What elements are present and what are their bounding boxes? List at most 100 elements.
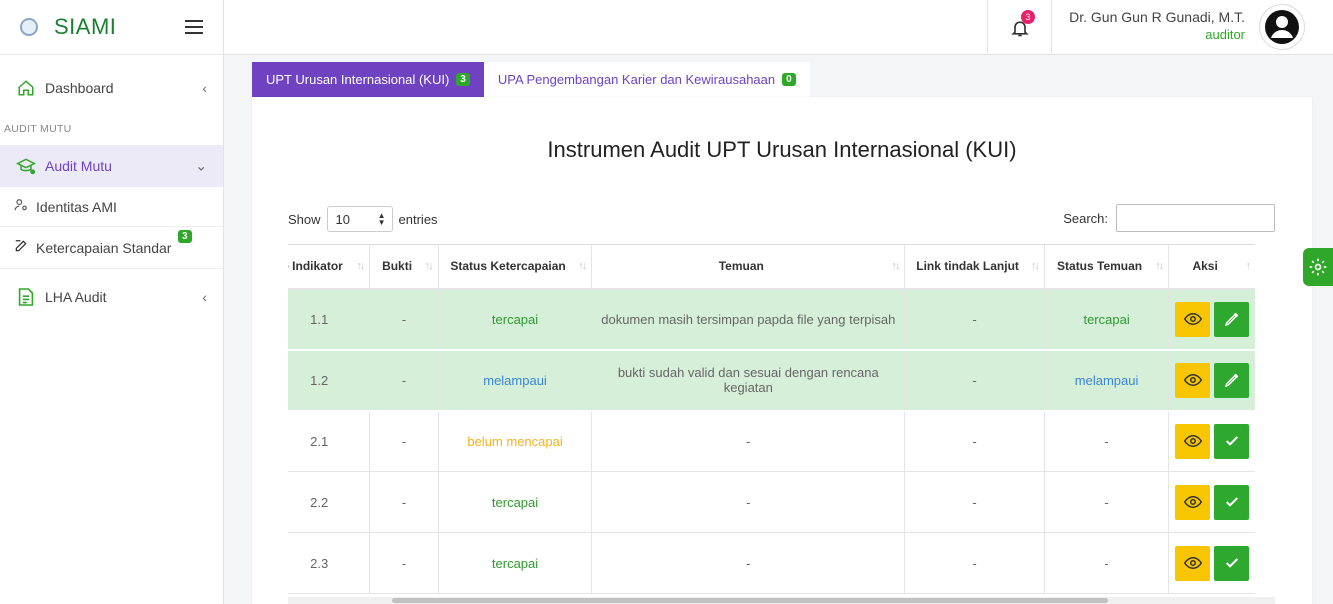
header-label: Aksi bbox=[1192, 259, 1218, 274]
view-button[interactable] bbox=[1175, 484, 1211, 520]
audit-card: Instrumen Audit UPT Urusan Internasional… bbox=[252, 97, 1312, 604]
search-label: Search: bbox=[1063, 210, 1108, 226]
header-label: Link tindak Lanjut bbox=[916, 259, 1019, 274]
sidebar-item-label: Identitas AMI bbox=[36, 198, 117, 215]
chevron-left-icon: ‹ bbox=[202, 80, 207, 96]
table-row: 2.3 - tercapai - - - bbox=[288, 532, 1255, 594]
settings-button[interactable] bbox=[1303, 248, 1333, 286]
header-label: Temuan bbox=[718, 259, 764, 274]
column-header-aksi[interactable]: Aksi ↑ bbox=[1168, 244, 1255, 290]
edit-button[interactable] bbox=[1214, 362, 1250, 398]
chevron-left-icon: ‹ bbox=[202, 289, 207, 305]
table-container: o Indikator ↑↓ Bukti ↑↓ Status Ketercapaia… bbox=[288, 244, 1275, 604]
entries-select[interactable]: 10 ▲ ▼ bbox=[326, 206, 393, 232]
sort-icon: ↑↓ bbox=[578, 260, 587, 272]
check-button[interactable] bbox=[1214, 545, 1250, 581]
scrollbar-thumb[interactable] bbox=[392, 598, 1108, 603]
app-name: SIAMI bbox=[54, 14, 117, 39]
eye-icon bbox=[1183, 435, 1202, 448]
tab-kui[interactable]: UPT Urusan Internasional (KUI) 3 bbox=[252, 62, 484, 97]
user-role: auditor bbox=[1205, 27, 1245, 42]
table-row: 1.2 - melampaui bukti sudah valid dan se… bbox=[288, 349, 1255, 412]
cell-indikator: 1.2 bbox=[288, 349, 370, 412]
user-cog-icon bbox=[14, 198, 28, 215]
view-button[interactable] bbox=[1175, 362, 1211, 398]
table-row: 2.2 - tercapai - - - bbox=[288, 471, 1255, 533]
tab-label: UPA Pengembangan Karier dan Kewirausahaa… bbox=[497, 72, 776, 87]
cell-indikator: 2.3 bbox=[288, 532, 370, 594]
check-button[interactable] bbox=[1214, 484, 1250, 520]
graduation-cap-icon bbox=[16, 156, 36, 176]
cell-bukti: - bbox=[369, 349, 439, 412]
edit-icon bbox=[14, 239, 28, 256]
brand: SIAMI bbox=[0, 0, 223, 55]
view-button[interactable] bbox=[1175, 423, 1211, 459]
cell-indikator: 2.1 bbox=[288, 410, 370, 472]
notification-button[interactable]: 3 bbox=[987, 0, 1052, 55]
eye-icon bbox=[1183, 373, 1202, 387]
menu-toggle-icon[interactable] bbox=[185, 20, 203, 34]
tab-upa-karier[interactable]: UPA Pengembangan Karier dan Kewirausahaa… bbox=[483, 62, 810, 97]
table-row: 1.1 - tercapai dokumen masih tersimpan p… bbox=[288, 288, 1255, 351]
eye-icon bbox=[1183, 312, 1202, 326]
sidebar-item-lha-audit[interactable]: LHA Audit ‹ bbox=[0, 276, 223, 318]
edit-button[interactable] bbox=[1214, 301, 1250, 337]
cell-aksi bbox=[1168, 349, 1255, 412]
cell-aksi bbox=[1168, 471, 1255, 533]
sidebar-item-dashboard[interactable]: Dashboard ‹ bbox=[0, 67, 223, 109]
chevron-down-icon: ⌄ bbox=[195, 157, 207, 174]
top-header: 3 Dr. Gun Gun R Gunadi, M.T. auditor bbox=[224, 0, 1333, 55]
gear-icon bbox=[1309, 258, 1327, 276]
column-header-bukti[interactable]: Bukti ↑↓ bbox=[369, 244, 439, 290]
view-button[interactable] bbox=[1175, 545, 1211, 581]
nav-section-label: AUDIT MUTU bbox=[4, 123, 72, 135]
page-title: Instrumen Audit UPT Urusan Internasional… bbox=[547, 137, 1017, 162]
cell-bukti: - bbox=[369, 410, 439, 472]
eye-icon bbox=[1183, 556, 1202, 570]
sort-icon: ↑↓ bbox=[1155, 260, 1164, 272]
cell-indikator: 2.2 bbox=[288, 471, 370, 533]
search-input[interactable] bbox=[1116, 204, 1275, 232]
sidebar-item-identitas-ami[interactable]: Identitas AMI bbox=[0, 187, 223, 227]
column-header-link[interactable]: Link tindak Lanjut ↑↓ bbox=[904, 244, 1045, 290]
column-header-temuan[interactable]: Temuan ↑↓ bbox=[591, 244, 905, 290]
audit-table: o Indikator ↑↓ Bukti ↑↓ Status Ketercapaia… bbox=[288, 244, 1255, 594]
sort-icon: ↑↓ bbox=[891, 260, 900, 272]
sort-icon: ↑↓ bbox=[356, 260, 365, 272]
table-horizontal-scrollbar[interactable] bbox=[288, 597, 1275, 604]
check-button[interactable] bbox=[1214, 423, 1250, 459]
check-icon bbox=[1225, 497, 1238, 507]
column-header-indikator[interactable]: o Indikator ↑↓ bbox=[288, 244, 370, 290]
notification-count-badge: 3 bbox=[1021, 10, 1035, 24]
tab-badge: 3 bbox=[456, 73, 470, 86]
sort-icon: ↑↓ bbox=[1030, 260, 1040, 272]
pen-icon bbox=[1224, 312, 1238, 327]
tab-label: UPT Urusan Internasional (KUI) bbox=[266, 72, 450, 87]
view-button[interactable] bbox=[1175, 301, 1211, 337]
avatar[interactable] bbox=[1259, 4, 1305, 50]
search-control: Search: bbox=[1063, 204, 1275, 232]
sidebar-item-label: LHA Audit bbox=[45, 289, 107, 305]
header-label: Status Ketercapaian bbox=[450, 259, 566, 274]
cell-temuan: dokumen masih tersimpan papda file yang … bbox=[591, 288, 905, 351]
cell-status: melampaui bbox=[437, 349, 592, 412]
user-name: Dr. Gun Gun R Gunadi, M.T. bbox=[1069, 9, 1245, 25]
cell-status: tercapai bbox=[437, 471, 592, 533]
sidebar-item-label: Dashboard bbox=[45, 80, 114, 96]
cell-link: - bbox=[904, 471, 1045, 533]
sidebar-item-audit-mutu[interactable]: Audit Mutu ⌄ bbox=[0, 145, 223, 187]
eye-icon bbox=[1183, 495, 1202, 509]
entries-label: entries bbox=[398, 211, 438, 227]
cell-bukti: - bbox=[369, 471, 439, 533]
cell-aksi bbox=[1168, 532, 1255, 594]
pen-icon bbox=[1224, 373, 1238, 388]
entries-control: Show 10 ▲ ▼ entries bbox=[288, 206, 438, 232]
cell-aksi bbox=[1168, 410, 1255, 472]
cell-status: belum mencapai bbox=[437, 410, 592, 472]
cell-status-temuan: melampaui bbox=[1043, 349, 1169, 412]
column-header-status[interactable]: Status Ketercapaian ↑↓ bbox=[437, 244, 592, 290]
sidebar-item-ketercapaian-standar[interactable]: Ketercapaian Standar 3 bbox=[0, 227, 223, 269]
cell-bukti: - bbox=[369, 532, 439, 594]
column-header-status-temuan[interactable]: Status Temuan ↑↓ bbox=[1043, 244, 1169, 290]
cell-temuan: - bbox=[591, 410, 905, 472]
